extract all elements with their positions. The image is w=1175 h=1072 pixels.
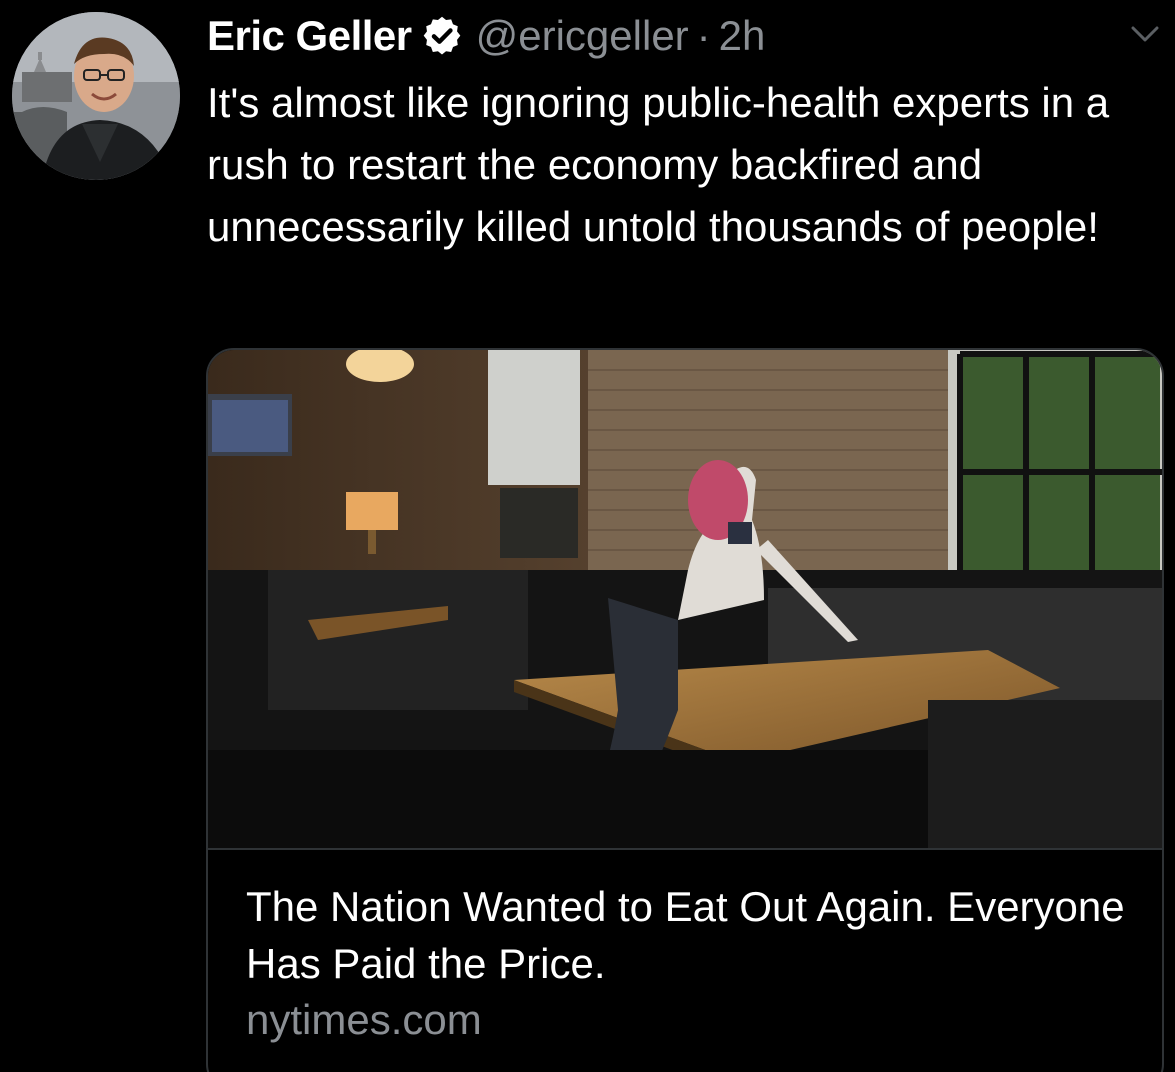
handle[interactable]: @ericgeller <box>476 12 689 60</box>
chevron-down-icon[interactable] <box>1129 20 1161 48</box>
card-domain[interactable]: nytimes.com <box>246 996 482 1044</box>
tweet-header: Eric Geller @ericgeller · 2h <box>207 10 765 62</box>
tweet[interactable]: Eric Geller @ericgeller · 2h It's almost… <box>0 0 1175 1072</box>
display-name[interactable]: Eric Geller <box>207 12 412 60</box>
separator-dot: · <box>696 12 711 59</box>
timestamp[interactable]: 2h <box>719 12 766 60</box>
avatar-image <box>12 12 180 180</box>
link-card[interactable]: The Nation Wanted to Eat Out Again. Ever… <box>206 348 1164 1072</box>
avatar[interactable] <box>12 12 180 180</box>
card-divider <box>208 848 1162 850</box>
card-image <box>208 350 1162 848</box>
tweet-text: It's almost like ignoring public-health … <box>207 79 1110 250</box>
verified-badge-icon <box>423 16 460 55</box>
card-title[interactable]: The Nation Wanted to Eat Out Again. Ever… <box>246 878 1126 992</box>
